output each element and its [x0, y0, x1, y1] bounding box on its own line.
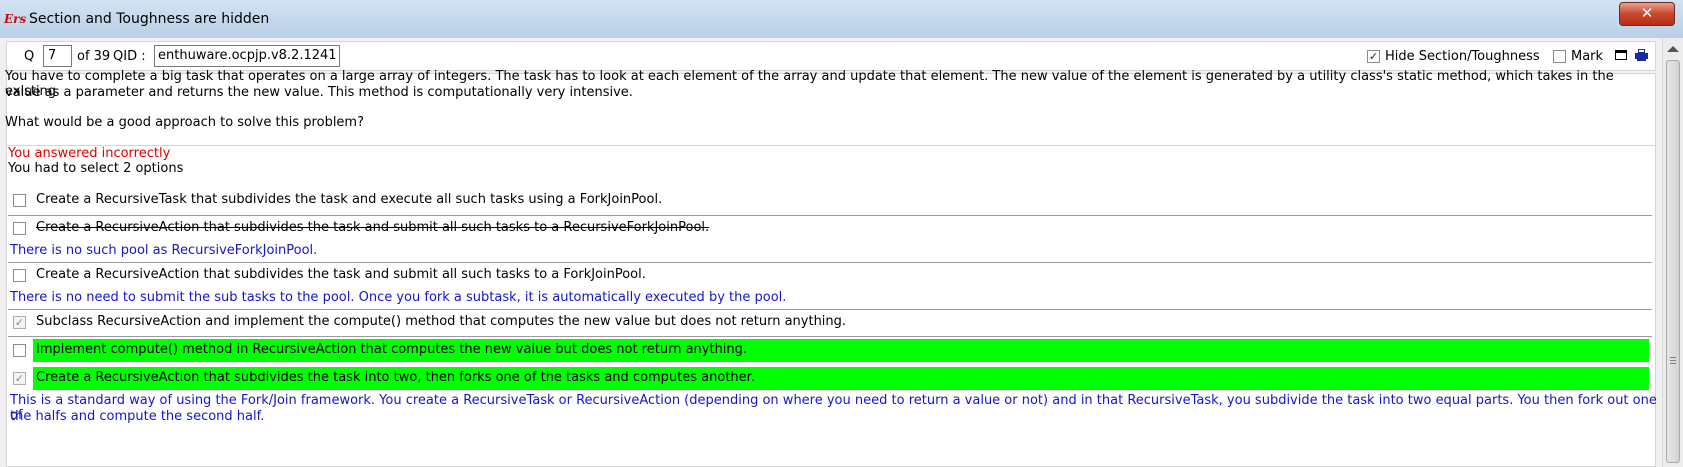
- hide-section-label: Hide Section/Toughness: [1385, 49, 1540, 64]
- option-6-text: Create a RecursiveAction that subdivides…: [36, 370, 755, 385]
- close-icon: ✕: [1640, 4, 1654, 22]
- option-3-text: Create a RecursiveAction that subdivides…: [36, 267, 646, 282]
- option-6-checkbox[interactable]: ✓: [13, 372, 26, 385]
- option-6-explanation-line-2: the halfs and compute the second half.: [10, 409, 265, 424]
- divider: [8, 336, 1652, 337]
- print-icon[interactable]: [1635, 49, 1648, 61]
- divider: [8, 262, 1652, 263]
- question-text-line-2: value as a parameter and returns the new…: [5, 85, 633, 100]
- option-5-checkbox[interactable]: [13, 344, 26, 357]
- divider: [8, 215, 1652, 216]
- question-text-line-3: What would be a good approach to solve t…: [5, 115, 364, 130]
- option-5-text: Implement compute() method in RecursiveA…: [36, 342, 748, 357]
- question-total-label: of 39: [77, 49, 111, 64]
- scroll-thumb[interactable]: [1666, 60, 1680, 463]
- option-3-checkbox[interactable]: [13, 269, 26, 282]
- check-icon: ✓: [14, 372, 25, 385]
- app-logo-icon: Ers: [4, 12, 27, 26]
- option-2-explanation: There is no such pool as RecursiveForkJo…: [10, 243, 318, 258]
- check-icon: ✓: [14, 316, 25, 329]
- option-2-checkbox[interactable]: [13, 222, 26, 235]
- select-info: You had to select 2 options: [8, 161, 184, 176]
- option-4-checkbox[interactable]: ✓: [13, 316, 26, 329]
- question-number-input[interactable]: 7: [43, 45, 72, 67]
- close-button[interactable]: ✕: [1619, 2, 1675, 26]
- vertical-scrollbar[interactable]: [1662, 38, 1683, 467]
- hide-section-checkbox[interactable]: ✓: [1367, 50, 1380, 63]
- scroll-up-icon[interactable]: [1667, 46, 1679, 52]
- window-title: Section and Toughness are hidden: [29, 11, 270, 27]
- title-bar: Ers Section and Toughness are hidden ✕: [0, 0, 1683, 39]
- window-icon[interactable]: [1615, 50, 1627, 60]
- option-1-checkbox[interactable]: [13, 194, 26, 207]
- mark-label: Mark: [1571, 49, 1604, 64]
- mark-checkbox[interactable]: [1553, 50, 1566, 63]
- qid-input[interactable]: enthuware.ocpjp.v8.2.1241: [154, 45, 340, 67]
- option-4-text: Subclass RecursiveAction and implement t…: [36, 314, 847, 329]
- option-3-explanation: There is no need to submit the sub tasks…: [10, 290, 787, 305]
- question-header: Q 7 of 39 QID : enthuware.ocpjp.v8.2.124…: [6, 41, 1656, 71]
- divider: [8, 309, 1652, 310]
- qid-label: QID :: [113, 49, 146, 64]
- result-status: You answered incorrectly: [8, 146, 171, 161]
- main-window: Q 7 of 39 QID : enthuware.ocpjp.v8.2.124…: [0, 38, 1662, 467]
- option-2-text: Create a RecursiveAction that subdivides…: [36, 220, 710, 235]
- check-icon: ✓: [1368, 50, 1379, 63]
- option-1-text: Create a RecursiveTask that subdivides t…: [36, 192, 663, 207]
- question-number-label: Q: [24, 49, 35, 64]
